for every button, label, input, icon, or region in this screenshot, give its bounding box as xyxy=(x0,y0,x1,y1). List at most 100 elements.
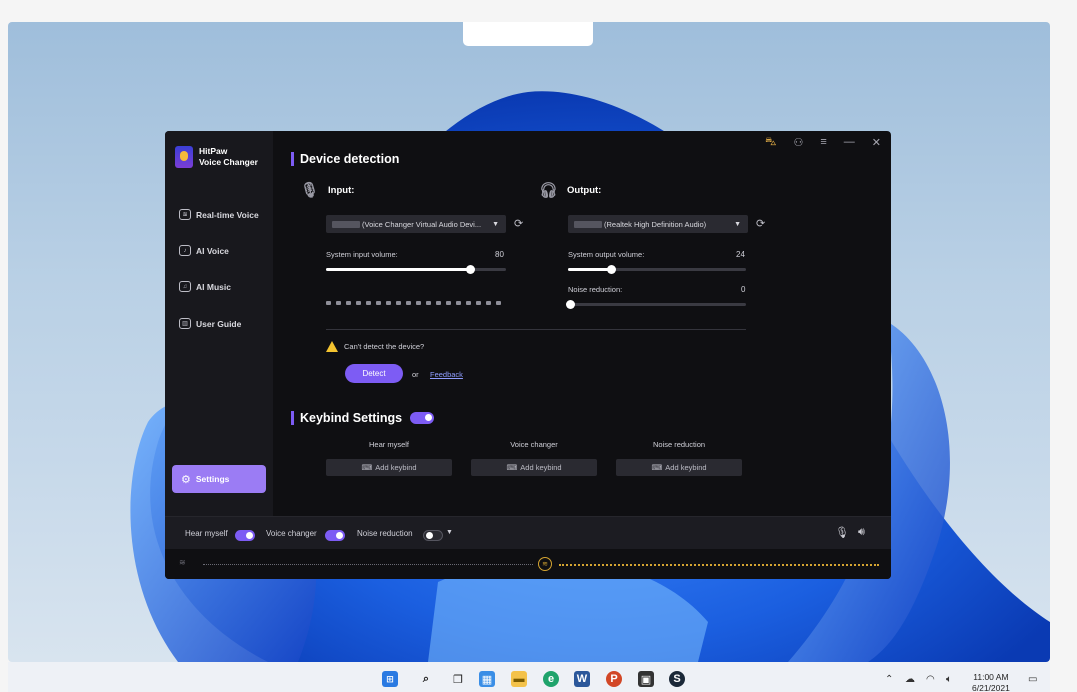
powerpoint-icon[interactable]: P xyxy=(606,671,622,687)
menu-icon[interactable]: ≡ xyxy=(820,136,826,150)
output-volume-slider[interactable] xyxy=(568,265,746,274)
input-device-select[interactable]: (Voice Changer Virtual Audio Devi... ▼ xyxy=(326,215,506,233)
sidebar-item-label: AI Voice xyxy=(196,245,229,256)
steam-icon[interactable]: S xyxy=(669,671,685,687)
input-device-value: (Voice Changer Virtual Audio Devi... xyxy=(362,219,482,229)
hear-myself-toggle[interactable] xyxy=(235,530,255,541)
noise-reduction-slider[interactable] xyxy=(566,300,746,309)
device-detection-title: Device detection xyxy=(291,152,399,166)
keybind-heading-hear-myself: Hear myself xyxy=(368,440,409,449)
refresh-output-icon[interactable]: ⟳ xyxy=(756,217,765,230)
cloud-icon[interactable]: ☁ xyxy=(905,674,915,685)
hitpaw-app-window: HitPaw Voice Changer ≋ Real-time Voice ♪… xyxy=(165,131,891,579)
wifi-icon[interactable]: ◠ xyxy=(926,674,935,685)
output-device-value: (Realtek High Definition Audio) xyxy=(604,219,707,229)
slider-knob[interactable] xyxy=(566,300,575,309)
sidebar-item-label: AI Music xyxy=(196,281,231,292)
settings-label: Settings xyxy=(195,474,230,484)
store-icon[interactable]: ▣ xyxy=(638,671,654,687)
add-keybind-noise-reduction-button[interactable]: ⌨ Add keybind xyxy=(616,459,742,476)
search-icon[interactable]: ⌕ xyxy=(418,671,434,687)
feedback-link[interactable]: Feedback xyxy=(430,370,463,379)
slider-knob[interactable] xyxy=(606,265,616,274)
sidebar: HitPaw Voice Changer ≋ Real-time Voice ♪… xyxy=(165,131,273,516)
chevron-down-icon: ▼ xyxy=(734,220,741,228)
hitpaw-logo-icon xyxy=(175,146,193,168)
output-heading: 🎧︎ Output: xyxy=(539,182,602,199)
sidebar-item-label: Real-time Voice xyxy=(196,209,259,220)
speaker-icon[interactable]: 🔊︎ xyxy=(858,526,865,539)
divider xyxy=(326,329,746,330)
sidebar-item-ai-music[interactable]: ♫ AI Music xyxy=(179,281,231,292)
close-icon[interactable]: ✕ xyxy=(872,136,881,150)
input-heading: 🎙︎ Input: xyxy=(300,182,355,199)
playback-handle-icon[interactable]: ≋ xyxy=(538,557,552,571)
output-volume-label: System output volume: xyxy=(568,250,645,259)
waveform-icon: ≋ xyxy=(179,209,191,220)
brand-product: Voice Changer xyxy=(199,157,258,167)
gear-icon: ⚙ xyxy=(181,473,191,486)
brand: HitPaw Voice Changer xyxy=(175,146,258,168)
file-explorer-icon[interactable]: ▬ xyxy=(511,671,527,687)
input-volume-label: System input volume: xyxy=(326,250,398,259)
clock[interactable]: 11:00 AM 6/21/2021 xyxy=(972,672,1010,692)
settings-button[interactable]: ⚙ Settings xyxy=(172,465,266,493)
word-icon[interactable]: W xyxy=(574,671,590,687)
noise-reduction-toggle[interactable] xyxy=(423,530,443,541)
brand-name: HitPaw xyxy=(199,146,228,156)
output-device-select[interactable]: (Realtek High Definition Audio) ▼ xyxy=(568,215,748,233)
input-volume-value: 80 xyxy=(495,250,504,259)
book-icon: ▥ xyxy=(179,318,191,329)
task-view-icon[interactable]: ❐ xyxy=(450,671,466,687)
window-controls: ⛍ ⚇ ≡ — ✕ xyxy=(765,136,881,150)
refresh-input-icon[interactable]: ⟳ xyxy=(514,217,523,230)
keybind-toggle[interactable] xyxy=(410,412,434,424)
minimize-icon[interactable]: — xyxy=(844,136,855,150)
clock-time: 11:00 AM xyxy=(973,672,1009,682)
detect-warning: Can't detect the device? xyxy=(326,341,424,352)
headphones-icon: 🎧︎ xyxy=(539,182,559,199)
voice-changer-label: Voice changer xyxy=(266,529,317,538)
playback-bar: ≋ ≋ xyxy=(165,549,891,579)
voice-changer-toggle[interactable] xyxy=(325,530,345,541)
chevron-up-icon[interactable]: ⌃ xyxy=(885,674,893,685)
start-icon[interactable]: ⊞ xyxy=(382,671,398,687)
noise-reduction-label: Noise reduction xyxy=(357,529,413,538)
input-level-meter xyxy=(326,301,501,305)
keyboard-icon: ⌨ xyxy=(506,463,518,472)
bottom-bar: Hear myself Voice changer Noise reductio… xyxy=(165,516,891,549)
noise-reduction-label: Noise reduction: xyxy=(568,285,623,294)
account-icon[interactable]: ⚇ xyxy=(793,136,803,150)
chevron-down-icon: ▼ xyxy=(492,220,499,228)
playback-track-right xyxy=(559,564,879,566)
noise-reduction-value: 0 xyxy=(741,285,746,294)
add-keybind-voice-changer-button[interactable]: ⌨ Add keybind xyxy=(471,459,597,476)
sidebar-item-ai-voice[interactable]: ♪ AI Voice xyxy=(179,245,229,256)
edge-icon[interactable]: e xyxy=(543,671,559,687)
warning-icon xyxy=(326,341,338,352)
chevron-down-icon[interactable]: ▼ xyxy=(446,529,453,536)
sidebar-item-label: User Guide xyxy=(196,318,242,329)
sidebar-item-user-guide[interactable]: ▥ User Guide xyxy=(179,318,241,329)
volume-icon[interactable]: 🔈︎ xyxy=(946,674,952,685)
input-volume-slider[interactable] xyxy=(326,265,506,274)
sidebar-item-realtime-voice[interactable]: ≋ Real-time Voice xyxy=(179,209,259,220)
waveform-icon: ≋ xyxy=(179,558,186,567)
hear-myself-label: Hear myself xyxy=(185,529,228,538)
slider-knob[interactable] xyxy=(466,265,475,274)
detect-button[interactable]: Detect xyxy=(345,364,403,383)
clock-date: 6/21/2021 xyxy=(972,683,1010,692)
playback-track-left xyxy=(203,564,533,565)
keyboard-icon: ⌨ xyxy=(651,463,663,472)
notification-icon[interactable]: ▭ xyxy=(1028,674,1037,685)
cart-icon[interactable]: ⛍ xyxy=(765,136,776,150)
widgets-icon[interactable]: ▦ xyxy=(479,671,495,687)
ai-music-icon: ♫ xyxy=(179,281,191,292)
microphone-icon[interactable]: 🎙︎ xyxy=(835,526,849,539)
microphone-icon: 🎙︎ xyxy=(300,182,320,199)
main-panel: ⛍ ⚇ ≡ — ✕ Device detection 🎙︎ Input: (Vo… xyxy=(273,131,891,516)
ai-voice-icon: ♪ xyxy=(179,245,191,256)
or-label: or xyxy=(412,370,419,379)
windows-taskbar: ⊞ ⌕ ❐ ▦ ▬ e W P ▣ S ⌃ ☁ ◠ 🔈︎ 11:00 AM 6/… xyxy=(8,662,1050,692)
add-keybind-hear-myself-button[interactable]: ⌨ Add keybind xyxy=(326,459,452,476)
